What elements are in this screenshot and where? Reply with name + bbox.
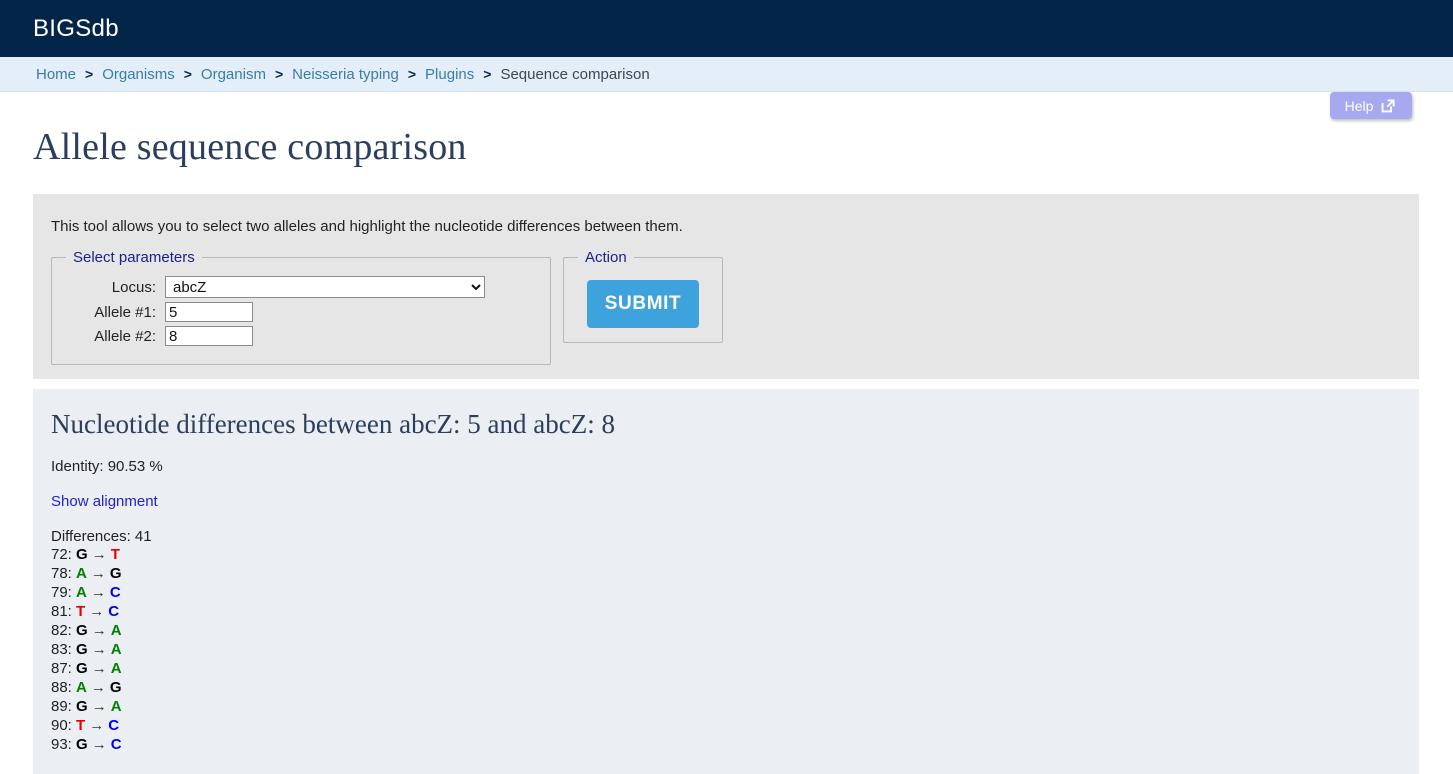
breadcrumb-item-organisms[interactable]: Organisms [102, 66, 175, 83]
difference-base-from: G [76, 698, 88, 715]
allele2-input[interactable] [165, 326, 253, 346]
page-title: Allele sequence comparison [33, 126, 467, 168]
differences-list: 72: G → T 78: A → G 79: A → C 81: T → C 82: G → A 83: G… [51, 545, 1401, 754]
breadcrumb-separator: > [274, 66, 284, 82]
difference-base-from: G [76, 641, 88, 658]
difference-base-from: A [76, 565, 87, 582]
arrow-icon: → [91, 546, 107, 563]
difference-row: 79: A → C [51, 583, 1401, 602]
intro-text: This tool allows you to select two allel… [51, 218, 683, 235]
allele1-label: Allele #1: [94, 303, 156, 321]
breadcrumb-separator: > [85, 66, 94, 82]
results-panel: Nucleotide differences between abcZ: 5 a… [33, 389, 1419, 774]
difference-row: 81: T → C [51, 602, 1401, 621]
difference-base-to: C [109, 584, 121, 601]
allele2-label: Allele #2: [94, 327, 156, 345]
locus-field-row: Locus: abcZ [66, 276, 536, 298]
difference-position: 82: [51, 622, 77, 639]
arrow-icon: → [91, 641, 107, 658]
locus-select[interactable]: abcZ [165, 276, 485, 298]
breadcrumb-separator: > [407, 66, 417, 82]
select-parameters-fieldset: Select parameters Locus: abcZ Allele #1:… [51, 249, 551, 365]
difference-base-from: A [76, 584, 87, 601]
difference-row: 88: A → G [51, 678, 1401, 697]
difference-base-to: G [109, 679, 122, 696]
difference-base-from: T [76, 717, 86, 734]
difference-row: 72: G → T [51, 545, 1401, 564]
arrow-icon: → [91, 660, 107, 677]
difference-row: 78: A → G [51, 564, 1401, 583]
difference-position: 78: [51, 565, 77, 582]
difference-base-from: A [76, 679, 87, 696]
difference-base-to: A [110, 641, 122, 658]
difference-base-to: A [110, 698, 122, 715]
difference-row: 90: T → C [51, 716, 1401, 735]
difference-position: 81: [51, 603, 77, 620]
results-heading: Nucleotide differences between abcZ: 5 a… [51, 409, 615, 439]
difference-position: 83: [51, 641, 77, 658]
action-fieldset: Action SUBMIT [563, 249, 723, 343]
difference-base-to: C [108, 717, 120, 734]
arrow-icon: → [89, 717, 105, 734]
breadcrumb-separator: > [183, 66, 192, 82]
difference-base-from: G [76, 660, 88, 677]
difference-base-to: T [110, 546, 120, 563]
allele1-field-row: Allele #1: [66, 302, 536, 322]
help-button[interactable]: Help [1330, 92, 1412, 119]
difference-position: 79: [51, 584, 77, 601]
select-parameters-legend: Select parameters [73, 249, 195, 266]
difference-base-to: A [110, 660, 122, 677]
external-link-icon [1380, 97, 1397, 114]
difference-base-to: A [110, 622, 122, 639]
difference-row: 83: G → A [51, 640, 1401, 659]
breadcrumb-item-home[interactable]: Home [36, 66, 76, 83]
show-alignment-link[interactable]: Show alignment [51, 493, 158, 510]
difference-base-to: G [109, 565, 122, 582]
identity-value: Identity: 90.53 % [51, 458, 163, 475]
difference-position: 72: [51, 546, 77, 563]
difference-row: 87: G → A [51, 659, 1401, 678]
breadcrumb-item-neisseria-typing[interactable]: Neisseria typing [292, 66, 399, 83]
arrow-icon: → [91, 622, 107, 639]
difference-base-from: G [76, 546, 88, 563]
arrow-icon: → [91, 698, 107, 715]
help-button-label: Help [1344, 97, 1374, 114]
arrow-icon: → [90, 584, 106, 601]
breadcrumb-separator: > [483, 66, 492, 82]
differences-count: Differences: 41 [51, 528, 152, 545]
breadcrumb-item-sequence-comparison: Sequence comparison [500, 65, 650, 83]
difference-base-from: G [76, 622, 88, 639]
arrow-icon: → [90, 679, 106, 696]
difference-base-to: C [108, 603, 120, 620]
difference-position: 89: [51, 698, 77, 715]
breadcrumb: Home > Organisms > Organism > Neisseria typing… [0, 57, 1453, 92]
locus-label: Locus: [111, 278, 156, 296]
difference-row: 82: G → A [51, 621, 1401, 640]
allele2-field-row: Allele #2: [66, 326, 536, 346]
arrow-icon: → [89, 603, 105, 620]
breadcrumb-item-organism[interactable]: Organism [201, 66, 266, 83]
form-fieldsets: Select parameters Locus: abcZ Allele #1:… [51, 249, 1401, 365]
breadcrumb-item-plugins[interactable]: Plugins [425, 66, 474, 83]
arrow-icon: → [90, 565, 106, 582]
difference-position: 87: [51, 660, 77, 677]
difference-base-from: T [76, 603, 86, 620]
site-logo: BIGSdb [33, 14, 119, 42]
action-legend: Action [585, 249, 627, 266]
difference-row: 89: G → A [51, 697, 1401, 716]
submit-button[interactable]: SUBMIT [586, 280, 700, 328]
query-form-panel: This tool allows you to select two allel… [33, 194, 1419, 379]
difference-position: 88: [51, 679, 77, 696]
difference-position: 90: [51, 717, 77, 734]
allele1-input[interactable] [165, 302, 253, 322]
site-header: BIGSdb [0, 0, 1453, 57]
